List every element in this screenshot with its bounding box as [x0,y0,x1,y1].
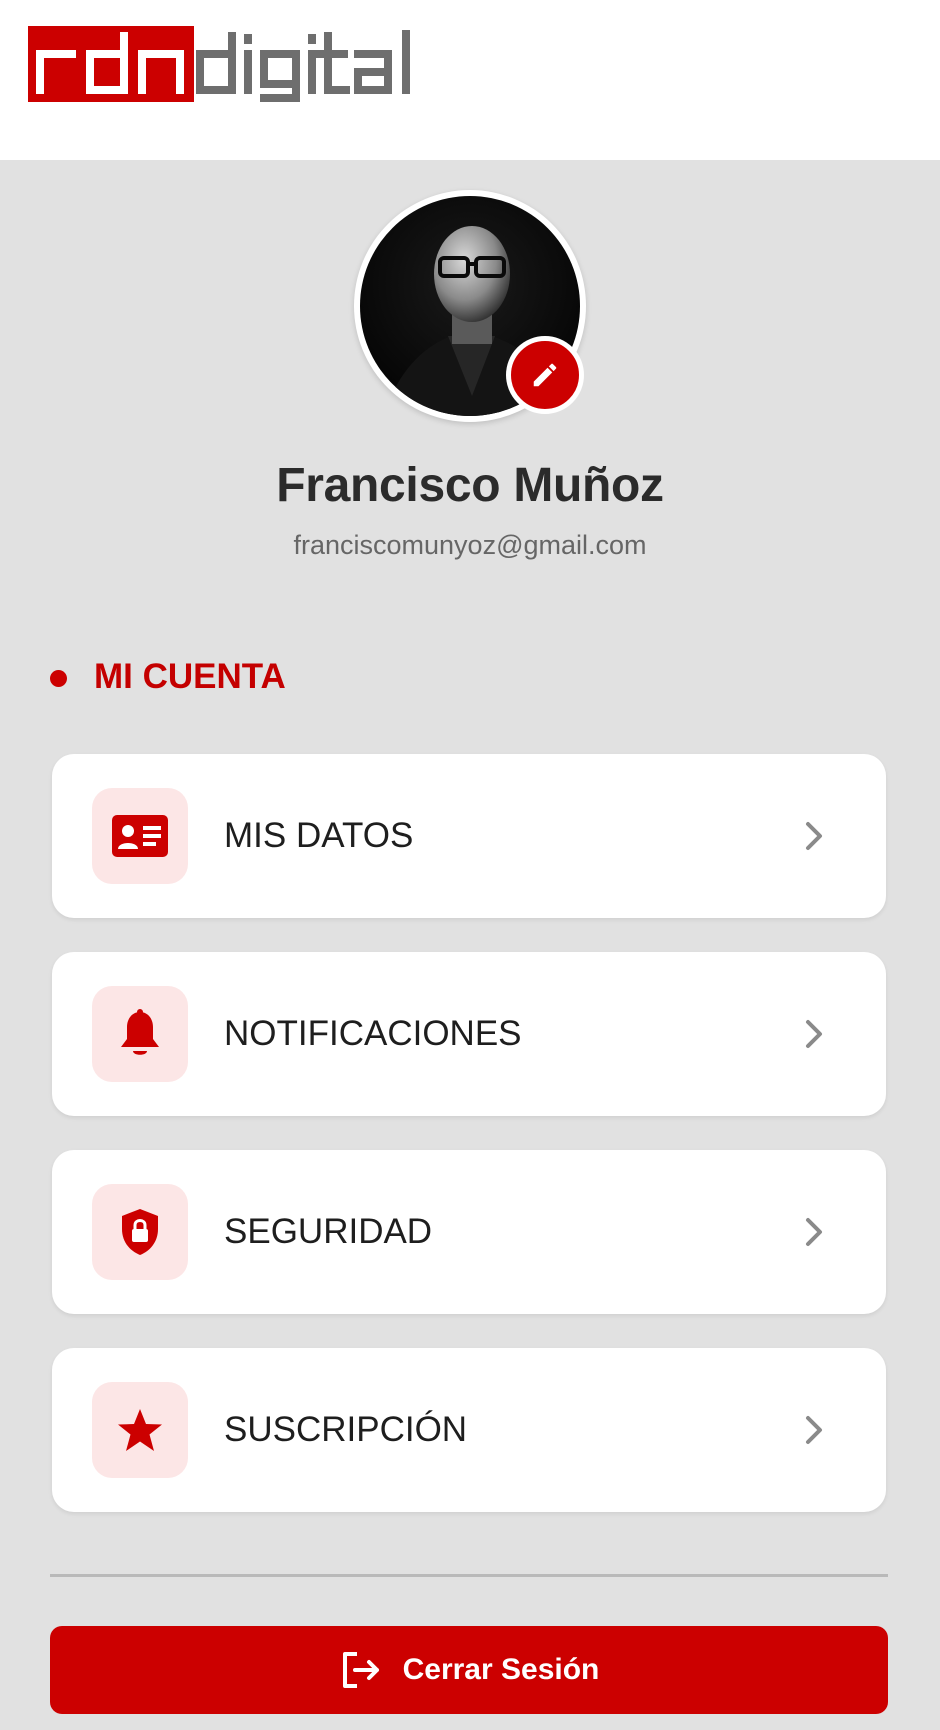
menu-icon-box [92,788,188,884]
profile-email: franciscomunyoz@gmail.com [293,530,647,560]
menu-item-mis-datos[interactable]: MIS DATOS [52,754,886,918]
menu-item-label: SEGURIDAD [224,1212,433,1251]
id-card-icon [112,815,168,857]
edit-avatar-button[interactable] [506,336,584,414]
chevron-right-icon [806,1416,822,1444]
menu-icon-box [92,1184,188,1280]
profile-name: Francisco Muñoz [276,459,664,512]
profile-avatar-container [354,190,586,422]
star-icon [118,1409,162,1451]
menu-item-label: NOTIFICACIONES [224,1014,522,1053]
shield-lock-icon [122,1209,158,1255]
logout-label: Cerrar Sesión [402,1653,600,1686]
logout-icon [342,1652,379,1688]
menu-item-label: MIS DATOS [224,816,414,855]
app-header [0,0,940,160]
menu-item-suscripcion[interactable]: SUSCRIPCIÓN [52,1348,886,1512]
bell-icon [121,1009,159,1055]
chevron-right-icon [806,822,822,850]
section-title: MI CUENTA [94,657,286,696]
pencil-icon [533,363,557,387]
divider [50,1574,888,1577]
menu-item-notificaciones[interactable]: NOTIFICACIONES [52,952,886,1116]
menu-item-label: SUSCRIPCIÓN [224,1410,468,1449]
menu-item-seguridad[interactable]: SEGURIDAD [52,1150,886,1314]
chevron-right-icon [806,1218,822,1246]
section-bullet [50,670,67,687]
logout-button[interactable]: Cerrar Sesión [50,1626,888,1714]
menu-icon-box [92,986,188,1082]
rdndigital-logo[interactable] [28,26,468,102]
menu-icon-box [92,1382,188,1478]
chevron-right-icon [806,1020,822,1048]
